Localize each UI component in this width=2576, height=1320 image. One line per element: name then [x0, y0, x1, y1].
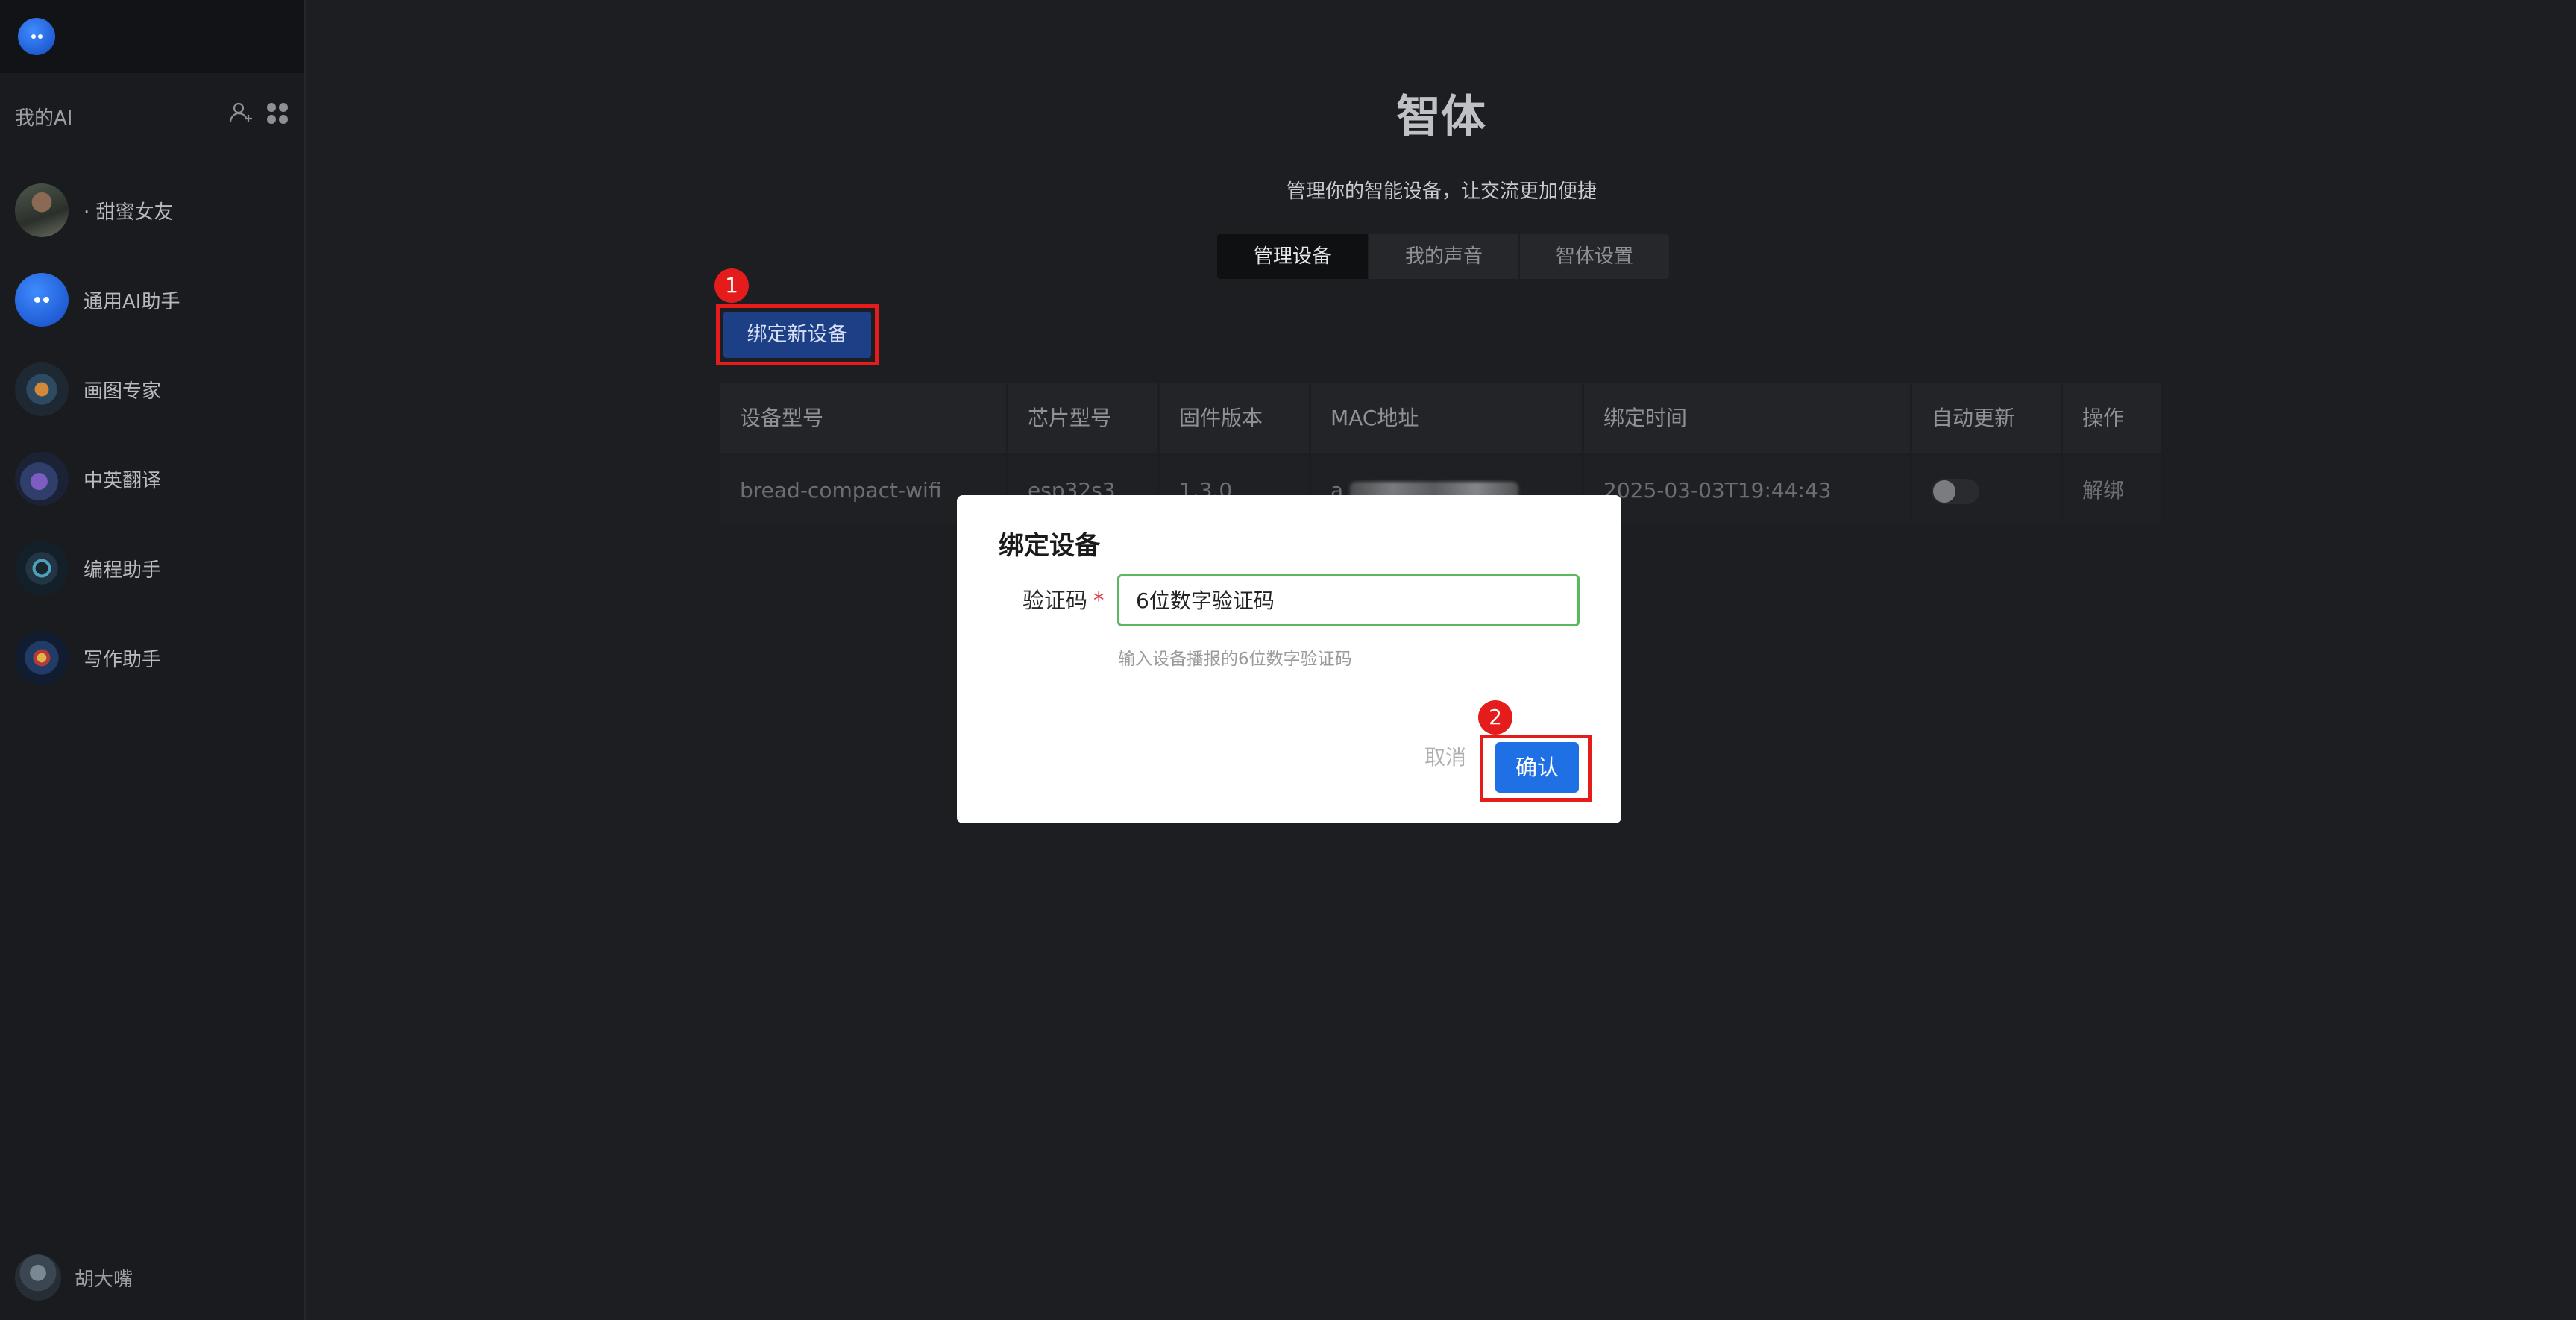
field-label-text: 验证码	[1022, 588, 1088, 613]
required-mark: *	[1093, 588, 1105, 613]
dialog-title: 绑定设备	[999, 531, 1100, 561]
verification-code-input[interactable]	[1117, 574, 1580, 626]
field-help-text: 输入设备播报的6位数字验证码	[1118, 650, 1352, 669]
step-2-badge: 2	[1478, 700, 1512, 735]
cancel-button[interactable]: 取消	[1404, 738, 1486, 777]
confirm-button[interactable]: 确认	[1495, 742, 1579, 793]
verification-code-label: 验证码 *	[1022, 583, 1105, 615]
